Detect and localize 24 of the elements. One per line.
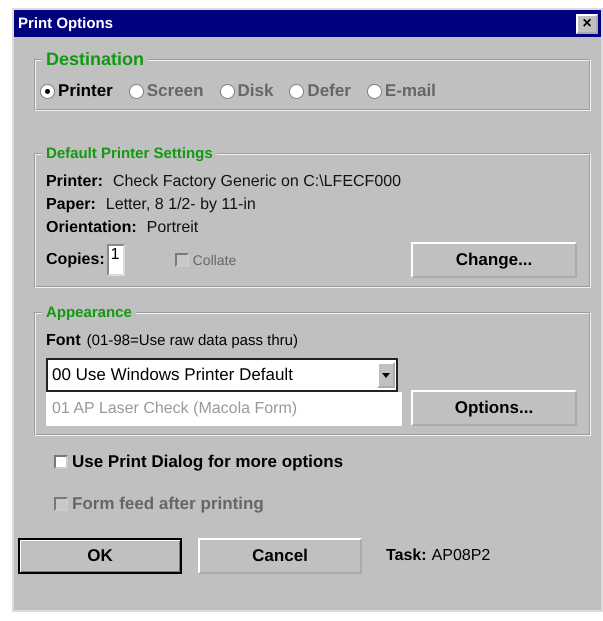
- dropdown-arrow-icon: [382, 372, 390, 378]
- task-label: Task:: [386, 547, 427, 565]
- task-value: AP08P2: [432, 547, 490, 565]
- window-title: Print Options: [18, 15, 113, 32]
- close-button[interactable]: ×: [576, 14, 598, 34]
- setting-value: Check Factory Generic on C:\LFECF000: [112, 173, 402, 191]
- font-dropdown[interactable]: 00 Use Windows Printer Default: [46, 358, 398, 392]
- setting-label: Orientation:: [46, 219, 137, 237]
- copies-label: Copies:: [46, 251, 105, 269]
- dialog-button[interactable]: OK: [18, 538, 182, 574]
- change-button[interactable]: Change...: [411, 242, 577, 278]
- dialog-button[interactable]: Cancel: [198, 538, 362, 574]
- copies-field[interactable]: 1: [106, 244, 125, 276]
- font-label: Font: [46, 332, 81, 350]
- option-checkbox[interactable]: Use Print Dialog for more options: [54, 452, 591, 472]
- options-button[interactable]: Options...: [411, 390, 577, 426]
- group-title: Appearance: [42, 304, 136, 321]
- setting-value: Letter, 8 1/2- by 11-in: [106, 196, 256, 214]
- font-hint: (01-98=Use raw data pass thru): [86, 332, 298, 349]
- setting-label: Paper:: [46, 196, 96, 214]
- setting-value: Portreit: [146, 219, 198, 237]
- setting-label: Printer:: [46, 173, 103, 191]
- radio-option[interactable]: Printer: [40, 81, 113, 101]
- group-title: Default Printer Settings: [42, 145, 217, 162]
